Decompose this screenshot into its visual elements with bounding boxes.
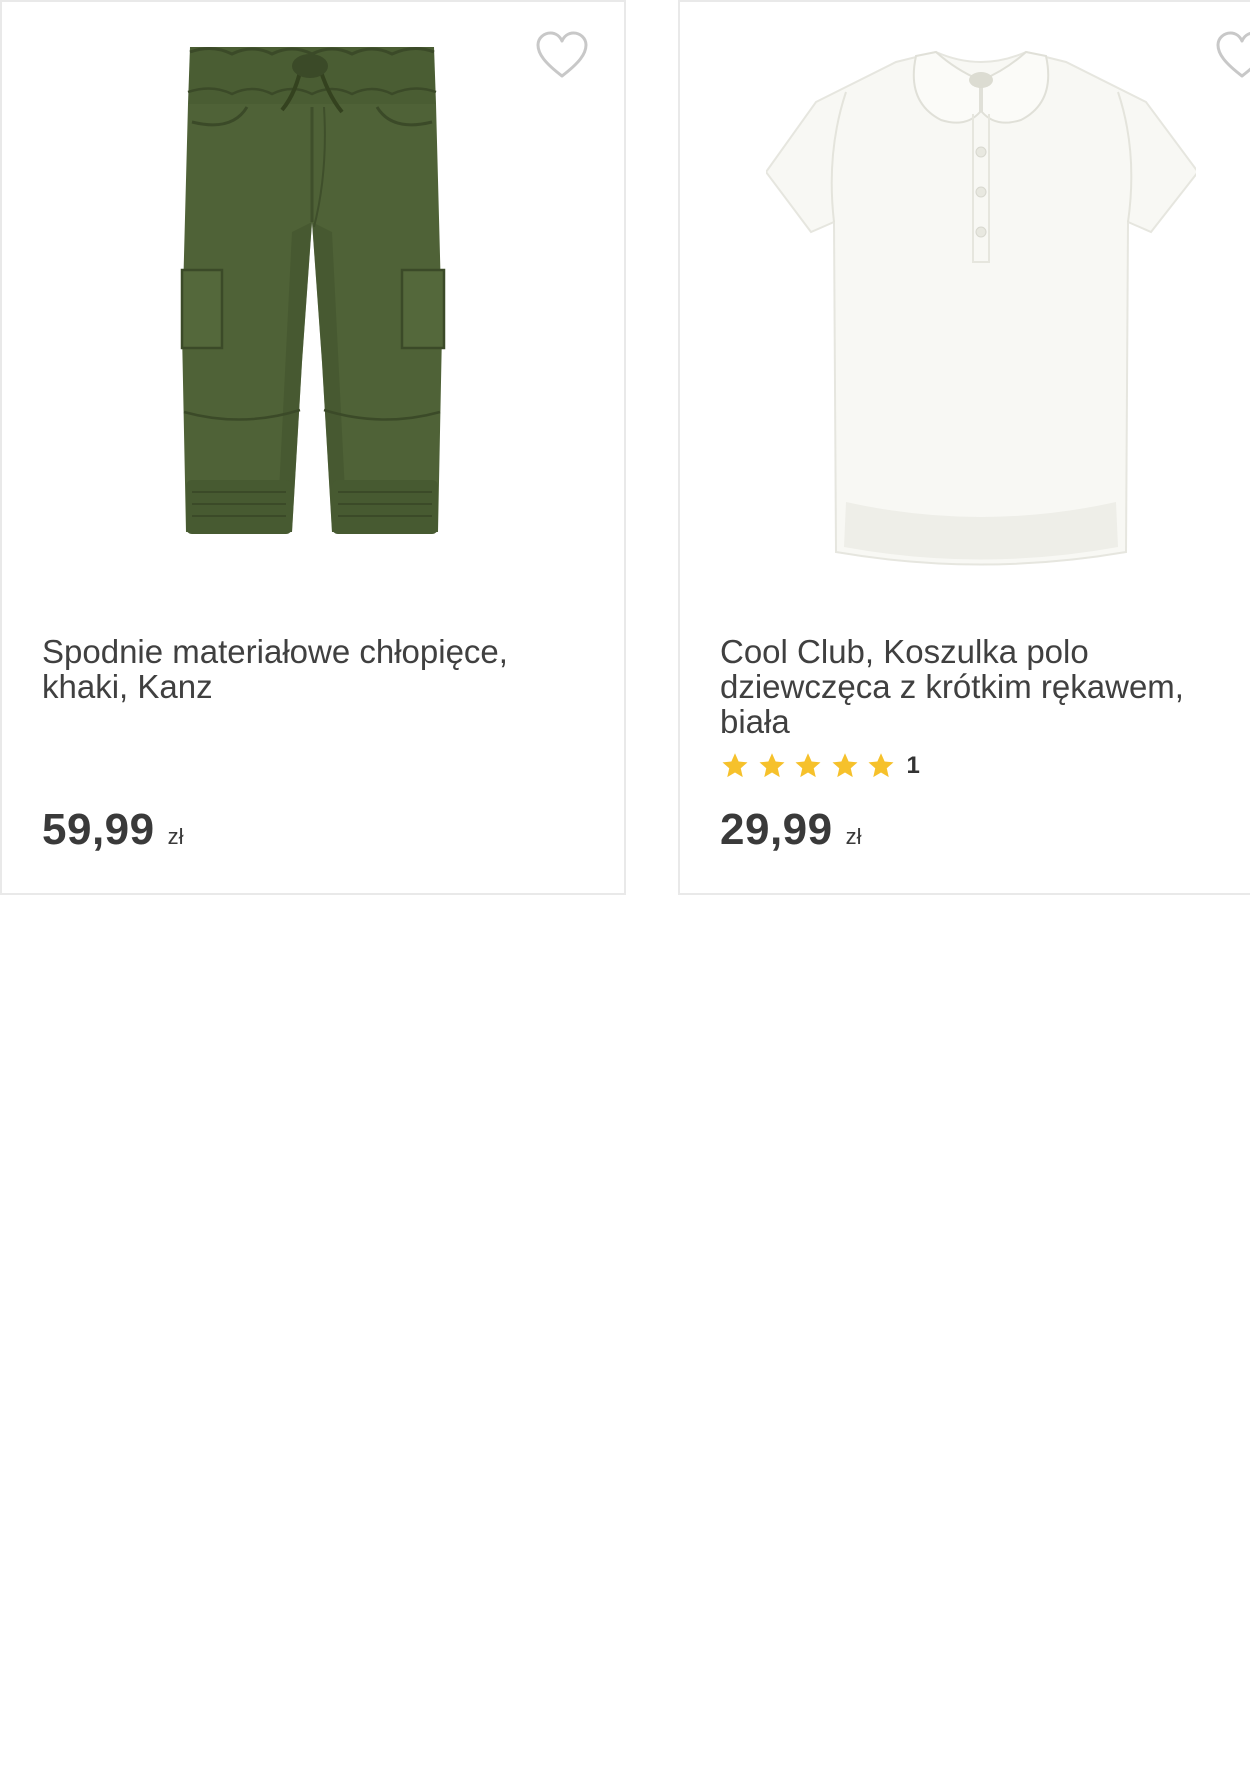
price-value: 59,99 (42, 805, 155, 854)
favorite-button[interactable] (535, 30, 589, 80)
price-value: 29,99 (720, 805, 833, 854)
star-icon (759, 753, 784, 778)
product-price: 59,99 zł (42, 805, 184, 855)
product-price: 29,99 zł (720, 805, 862, 855)
favorite-button[interactable] (1215, 30, 1250, 80)
rating-count: 1 (906, 752, 920, 779)
star-icon (868, 753, 894, 778)
heart-outline-icon (536, 31, 588, 78)
product-rating[interactable]: 1 (720, 750, 920, 782)
product-card[interactable]: Cool Club, Koszulka polo dziewczęca z kr… (678, 0, 1250, 895)
star-icon (795, 753, 821, 778)
price-currency: zł (845, 824, 862, 849)
product-image[interactable] (152, 32, 472, 592)
pants-image (180, 47, 446, 534)
product-image[interactable] (764, 32, 1200, 582)
star-icon (722, 753, 748, 778)
polo-shirt-image (764, 50, 1200, 566)
product-title[interactable]: Spodnie materiałowe chłopięce, khaki, Ka… (42, 634, 602, 704)
price-currency: zł (167, 824, 184, 849)
heart-outline-icon (1216, 31, 1250, 78)
product-title[interactable]: Cool Club, Koszulka polo dziewczęca z kr… (720, 634, 1250, 739)
product-grid: Spodnie materiałowe chłopięce, khaki, Ka… (0, 0, 1250, 896)
product-card[interactable]: Spodnie materiałowe chłopięce, khaki, Ka… (0, 0, 626, 895)
star-icon (832, 753, 857, 778)
